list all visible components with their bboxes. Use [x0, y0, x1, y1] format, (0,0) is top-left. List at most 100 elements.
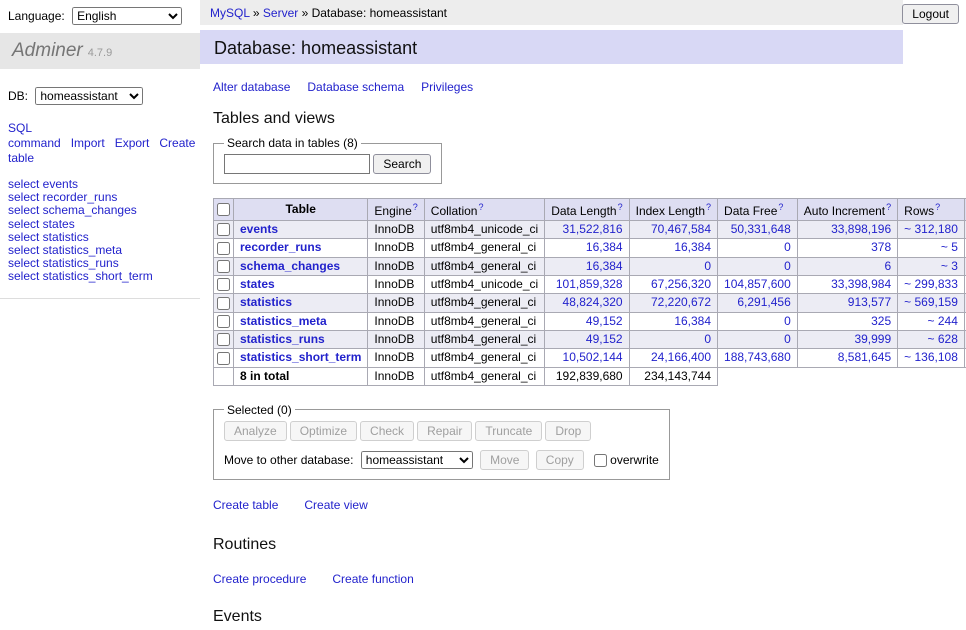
sidebar-table-link[interactable]: select schema_changes — [8, 204, 137, 217]
auto-increment-cell: 913,577 — [797, 294, 897, 312]
table-name-cell: statistics_runs — [234, 330, 368, 348]
rows-count-link[interactable]: ~ 5 — [941, 240, 958, 254]
db-row: DB: homeassistant — [0, 87, 200, 105]
sidebar-action-link[interactable]: Import — [71, 136, 105, 150]
row-checkbox[interactable] — [217, 333, 230, 346]
sidebar-table-link[interactable]: select states — [8, 218, 75, 231]
row-checkbox[interactable] — [217, 297, 230, 310]
app-header: Adminer4.7.9 — [0, 33, 200, 69]
rows-count-link[interactable]: ~ 136,108 — [904, 350, 958, 364]
engine-cell: InnoDB — [368, 312, 424, 330]
routine-create-link[interactable]: Create procedure — [213, 572, 306, 586]
table-name-link[interactable]: statistics_runs — [240, 332, 325, 346]
breadcrumb: MySQL » Server » Database: homeassistant — [200, 0, 903, 25]
table-name-link[interactable]: schema_changes — [240, 259, 340, 273]
search-button[interactable]: Search — [373, 154, 431, 174]
help-icon[interactable]: ? — [778, 202, 783, 212]
help-icon[interactable]: ? — [706, 202, 711, 212]
table-name-link[interactable]: states — [240, 277, 275, 291]
table-row: statistics_runsInnoDButf8mb4_general_ci4… — [214, 330, 966, 348]
table-name-link[interactable]: statistics — [240, 295, 292, 309]
check-button[interactable]: Check — [360, 421, 414, 441]
copy-button[interactable]: Copy — [536, 450, 584, 470]
rows-count-link[interactable]: ~ 628 — [928, 332, 958, 346]
db-action-link[interactable]: Privileges — [421, 80, 473, 94]
sidebar-action-link[interactable]: Export — [115, 136, 150, 150]
db-action-link[interactable]: Alter database — [213, 80, 290, 94]
table-name-link[interactable]: events — [240, 222, 278, 236]
index-length-cell: 0 — [629, 257, 717, 275]
row-select-cell — [214, 294, 234, 312]
breadcrumb-item[interactable]: Server — [263, 6, 298, 20]
db-select[interactable]: homeassistant — [35, 87, 143, 105]
table-name-link[interactable]: statistics_short_term — [240, 350, 361, 364]
row-checkbox[interactable] — [217, 223, 230, 236]
overwrite-checkbox[interactable] — [594, 454, 607, 467]
repair-button[interactable]: Repair — [417, 421, 472, 441]
engine-cell: InnoDB — [368, 294, 424, 312]
auto-increment-cell: 39,999 — [797, 330, 897, 348]
row-select-cell — [214, 330, 234, 348]
optimize-button[interactable]: Optimize — [290, 421, 357, 441]
analyze-button[interactable]: Analyze — [224, 421, 287, 441]
overwrite-option: overwrite — [594, 453, 659, 467]
index-length-cell: 24,166,400 — [629, 349, 717, 367]
row-checkbox[interactable] — [217, 242, 230, 255]
total-label-cell: 8 in total — [234, 367, 368, 385]
rows-count-link[interactable]: ~ 312,180 — [904, 222, 958, 236]
language-select[interactable]: English — [72, 7, 182, 25]
index-length-cell: 16,384 — [629, 239, 717, 257]
help-icon[interactable]: ? — [413, 202, 418, 212]
move-db-select[interactable]: homeassistant — [361, 451, 473, 469]
search-fieldset: Search data in tables (8) Search — [213, 136, 442, 184]
sidebar-table-link[interactable]: select statistics_short_term — [8, 270, 153, 283]
row-checkbox[interactable] — [217, 278, 230, 291]
row-checkbox[interactable] — [217, 352, 230, 365]
rows-count-link[interactable]: ~ 3 — [941, 259, 958, 273]
index-length-cell: 0 — [629, 330, 717, 348]
data-length-cell: 48,824,320 — [545, 294, 629, 312]
db-links: Alter database Database schema Privileges — [213, 80, 946, 94]
help-icon[interactable]: ? — [478, 202, 483, 212]
sidebar-action-link[interactable]: SQL command — [8, 121, 61, 150]
main-content: Alter databaseDatabase schemaPrivileges … — [200, 80, 966, 626]
sidebar-tables: select eventsselect recorder_runsselect … — [0, 178, 200, 299]
row-select-cell — [214, 312, 234, 330]
help-icon[interactable]: ? — [886, 202, 891, 212]
row-select-cell — [214, 257, 234, 275]
table-name-link[interactable]: statistics_meta — [240, 314, 327, 328]
main-column: MySQL » Server » Database: homeassistant… — [200, 0, 966, 630]
sidebar-body: DB: homeassistant SQL command Import Expor… — [0, 69, 200, 299]
column-header: Table — [234, 199, 368, 221]
help-icon[interactable]: ? — [618, 202, 623, 212]
auto-increment-cell: 6 — [797, 257, 897, 275]
engine-cell: InnoDB — [368, 239, 424, 257]
truncate-button[interactable]: Truncate — [475, 421, 542, 441]
drop-button[interactable]: Drop — [545, 421, 591, 441]
column-header: Data Free? — [718, 199, 798, 221]
move-row: Move to other database: homeassistant Mo… — [224, 450, 659, 470]
routine-create-link[interactable]: Create function — [332, 572, 413, 586]
data-free-cell: 6,291,456 — [718, 294, 798, 312]
data-free-cell: 104,857,600 — [718, 275, 798, 293]
create-link[interactable]: Create view — [304, 498, 367, 512]
row-checkbox[interactable] — [217, 260, 230, 273]
logout-button[interactable]: Logout — [902, 4, 959, 24]
rows-count-link[interactable]: ~ 244 — [928, 314, 958, 328]
select-all-checkbox[interactable] — [217, 203, 230, 216]
app-name[interactable]: Adminer — [12, 40, 83, 61]
db-action-link[interactable]: Database schema — [307, 80, 404, 94]
collation-cell: utf8mb4_general_ci — [424, 330, 544, 348]
search-input[interactable] — [224, 154, 370, 174]
rows-cell: ~ 5 — [898, 239, 965, 257]
breadcrumb-item[interactable]: MySQL — [210, 6, 250, 20]
rows-count-link[interactable]: ~ 299,833 — [904, 277, 958, 291]
search-legend: Search data in tables (8) — [224, 136, 361, 150]
create-link[interactable]: Create table — [213, 498, 278, 512]
table-name-link[interactable]: recorder_runs — [240, 240, 321, 254]
rows-count-link[interactable]: ~ 569,159 — [904, 295, 958, 309]
page-title-band: Database: homeassistant — [200, 30, 903, 64]
move-button[interactable]: Move — [480, 450, 529, 470]
help-icon[interactable]: ? — [935, 202, 940, 212]
row-checkbox[interactable] — [217, 315, 230, 328]
